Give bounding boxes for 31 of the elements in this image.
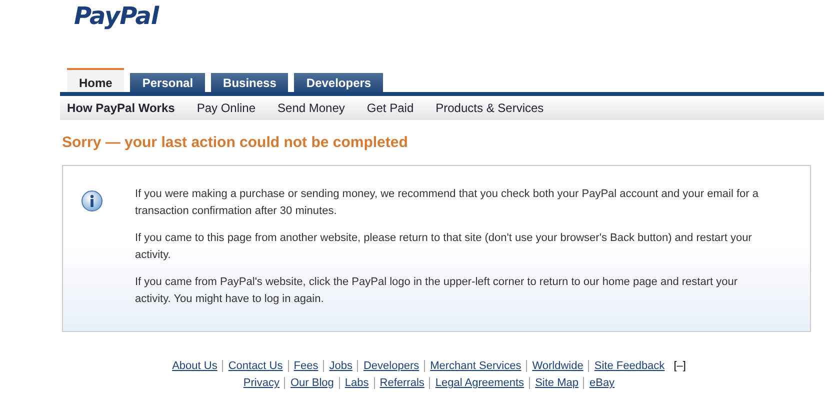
footer-link[interactable]: Referrals (380, 377, 424, 389)
footer-link[interactable]: Jobs (329, 360, 352, 372)
nav-tab[interactable]: Business (211, 73, 288, 92)
subnav-link[interactable]: Get Paid (366, 101, 414, 115)
footer-link[interactable]: Worldwide (532, 360, 584, 372)
footer-link[interactable]: Site Map (535, 377, 578, 389)
subnav-link[interactable]: How PayPal Works (67, 101, 175, 115)
footer-link[interactable]: Our Blog (290, 377, 334, 389)
footer-link[interactable]: Privacy (243, 377, 280, 389)
footer-link[interactable]: eBay (589, 377, 615, 389)
message-paragraph: If you came to this page from another website, please return to that site (don't use your browser's Back button) and restart your activity. (135, 231, 753, 263)
nav-tab[interactable]: Personal (130, 73, 206, 92)
footer-link[interactable]: Fees (294, 360, 318, 372)
message-paragraph: If you were making a purchase or sending money, we recommend that you check both your PayPal account and your email for a transaction confirmation after 30 minutes. (135, 187, 760, 219)
footer-link[interactable]: Legal Agreements (435, 377, 524, 389)
subnav-link[interactable]: Products & Services (436, 101, 544, 115)
footer-link[interactable]: About Us (172, 360, 218, 372)
info-icon (81, 190, 103, 212)
footer-link[interactable]: Labs (344, 377, 369, 389)
subnav-link[interactable]: Send Money (278, 101, 345, 115)
footer-link[interactable]: Site Feedback (594, 360, 665, 372)
footer-link[interactable]: Contact Us (228, 360, 283, 372)
paypal-logo[interactable]: PayPal (74, 2, 159, 30)
message-paragraph: If you came from PayPal's website, click the PayPal logo in the upper-left corner to return to our home page and restart your activity. You might have to log in again. (135, 275, 739, 307)
subnav-link[interactable]: Pay Online (196, 101, 256, 115)
nav-tab[interactable]: Developers (294, 73, 384, 92)
nav-tab[interactable]: Home (67, 68, 124, 92)
footer-link[interactable]: Merchant Services (430, 360, 522, 372)
error-heading: Sorry — your last action could not be completed (62, 134, 409, 153)
footer-link[interactable]: Developers (363, 360, 420, 372)
feedback-toggle[interactable]: [–] (674, 360, 686, 372)
